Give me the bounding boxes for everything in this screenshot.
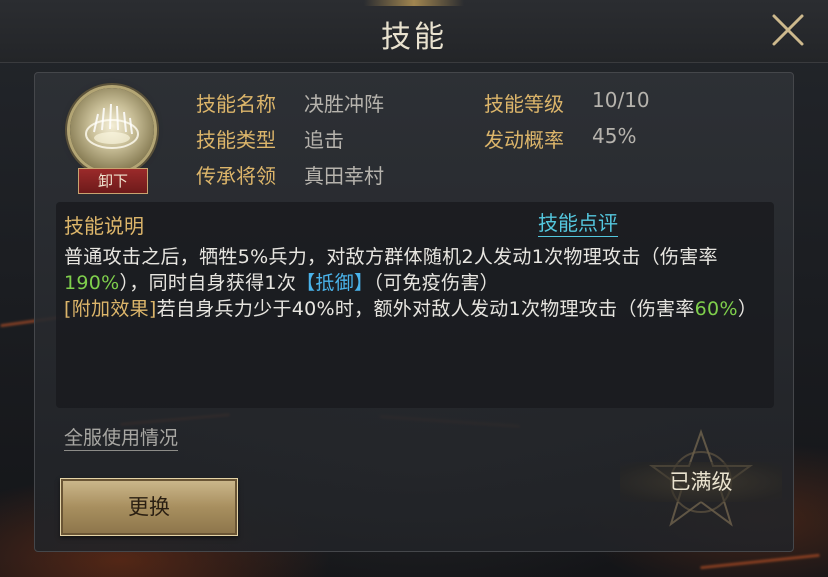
extra-effect-tag: [附加效果] xyxy=(64,298,157,320)
trigger-chance-value: 45% xyxy=(592,124,637,148)
skill-review-link[interactable]: 技能点评 xyxy=(538,210,618,237)
status-effect-link[interactable]: 【抵御】 xyxy=(296,272,373,294)
trigger-chance-label: 发动概率 xyxy=(484,128,564,152)
max-level-badge: 已满级 xyxy=(620,462,782,502)
description-text: ） xyxy=(737,298,758,320)
description-paragraph-main: 普通攻击之后，牺牲5%兵力，对敌方群体随机2人发动1次物理攻击（伤害率 190%）… xyxy=(64,244,770,296)
description-text: 普通攻击之后，牺牲5%兵力，对敌方群体随机2人发动1次物理攻击（伤害率 xyxy=(64,246,718,268)
skill-icon xyxy=(70,88,154,172)
close-icon[interactable] xyxy=(770,12,806,48)
server-usage-link[interactable]: 全服使用情况 xyxy=(64,426,179,451)
inherit-general-value: 真田幸村 xyxy=(304,164,384,188)
skill-type-value: 追击 xyxy=(304,128,344,152)
inherit-general-label: 传承将领 xyxy=(196,164,276,188)
dialog-header: 技能 xyxy=(0,0,828,63)
description-title: 技能说明 xyxy=(64,214,144,238)
replace-button[interactable]: 更换 xyxy=(60,478,238,536)
description-text: ），同时自身获得1次 xyxy=(119,272,297,294)
skill-level-label: 技能等级 xyxy=(484,92,564,116)
dialog-title: 技能 xyxy=(381,20,447,55)
unequip-button[interactable]: 卸下 xyxy=(78,168,148,194)
skill-level-value: 10/10 xyxy=(592,88,650,112)
damage-rate-value: 190% xyxy=(64,272,120,294)
description-paragraph-extra: [附加效果]若自身兵力少于40%时，额外对敌人发动1次物理攻击（伤害率60%） xyxy=(64,296,770,322)
extra-damage-rate-value: 60% xyxy=(694,298,738,320)
skill-description: 普通攻击之后，牺牲5%兵力，对敌方群体随机2人发动1次物理攻击（伤害率190%）… xyxy=(64,244,770,322)
description-text: （可免疫伤害） xyxy=(373,272,499,294)
skill-type-label: 技能类型 xyxy=(196,128,276,152)
skill-name-value: 决胜冲阵 xyxy=(304,92,384,116)
description-text: 若自身兵力少于40%时，额外对敌人发动1次物理攻击（伤害率 xyxy=(156,298,695,320)
header-ornament xyxy=(364,0,464,6)
skill-name-label: 技能名称 xyxy=(196,92,276,116)
